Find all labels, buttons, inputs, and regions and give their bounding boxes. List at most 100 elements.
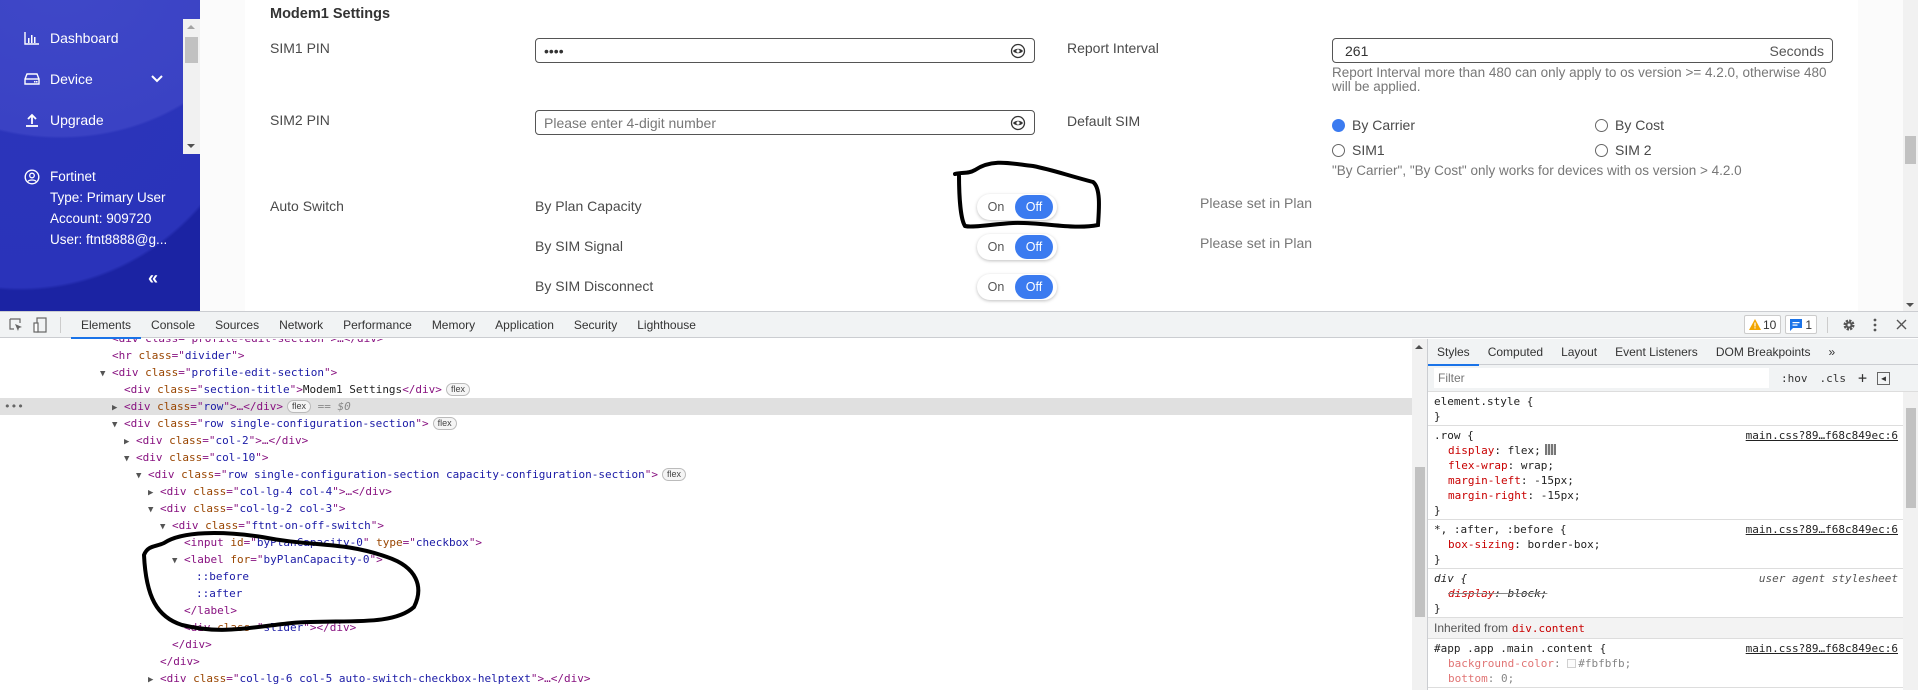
scrollbar-thumb[interactable] bbox=[1906, 408, 1916, 508]
tab-network[interactable]: Network bbox=[269, 312, 333, 338]
css-declaration[interactable]: bottom: 0; bbox=[1434, 671, 1918, 686]
scroll-down-arrow-icon[interactable] bbox=[187, 144, 195, 148]
sidebar-item-device[interactable]: Device bbox=[24, 71, 93, 87]
eye-icon[interactable] bbox=[1010, 115, 1026, 131]
tab-security[interactable]: Security bbox=[564, 312, 627, 338]
scrollbar-thumb[interactable] bbox=[1905, 136, 1916, 164]
css-property-name[interactable]: bottom bbox=[1448, 672, 1488, 685]
settings-gear-icon[interactable] bbox=[1838, 318, 1860, 332]
css-property-value[interactable]: 0; bbox=[1501, 672, 1514, 685]
css-property-value[interactable]: border-box; bbox=[1527, 538, 1600, 551]
css-property-name[interactable]: margin-left bbox=[1448, 474, 1521, 487]
styles-filter-input[interactable] bbox=[1434, 368, 1769, 388]
dom-node-line[interactable]: </label> bbox=[0, 602, 1412, 619]
css-property-value[interactable]: -15px; bbox=[1541, 489, 1581, 502]
toggle-on-option[interactable]: On bbox=[977, 200, 1015, 214]
stylesheet-link[interactable]: main.css?89…f68c849ec:6 bbox=[1746, 428, 1898, 443]
dom-node-line[interactable]: ▶ <div class="col-2">…</div> bbox=[0, 432, 1412, 449]
css-property-name[interactable]: box-sizing bbox=[1448, 538, 1514, 551]
css-property-value[interactable]: #fbfbfb; bbox=[1578, 657, 1631, 670]
dom-node-line[interactable]: ▼ <div class="row single-configuration-se… bbox=[0, 466, 1412, 483]
stylesheet-link[interactable]: main.css?89…f68c849ec:6 bbox=[1746, 522, 1898, 537]
css-property-name[interactable]: background-color bbox=[1448, 657, 1554, 670]
toggle-on-option[interactable]: On bbox=[977, 240, 1015, 254]
tab-event-listeners[interactable]: Event Listeners bbox=[1606, 339, 1707, 365]
collapse-sidebar-button[interactable]: « bbox=[148, 268, 158, 289]
chevron-down-icon[interactable] bbox=[150, 72, 164, 86]
report-interval-field[interactable]: Seconds bbox=[1332, 38, 1833, 63]
dom-node-line[interactable]: ▶ <div class="col-lg-4 col-4">…</div> bbox=[0, 483, 1412, 500]
dom-node-line[interactable]: ▶ <div class="col-lg-6 col-5 auto-switch-… bbox=[0, 670, 1412, 687]
css-declaration[interactable]: box-sizing: border-box; bbox=[1434, 537, 1918, 552]
radio-by-cost[interactable]: By Cost bbox=[1595, 117, 1664, 133]
by-sim-signal-toggle[interactable]: On Off bbox=[977, 234, 1057, 260]
hov-toggle[interactable]: :hov bbox=[1781, 372, 1808, 385]
flex-badge[interactable]: flex bbox=[432, 417, 457, 430]
dom-node-line[interactable]: ::before bbox=[0, 568, 1412, 585]
scroll-down-arrow-icon[interactable] bbox=[1906, 303, 1914, 307]
flex-badge[interactable]: flex bbox=[445, 383, 470, 396]
tab-layout[interactable]: Layout bbox=[1552, 339, 1606, 365]
dom-node-line[interactable]: ▼ <label for="byPlanCapacity-0"> bbox=[0, 551, 1412, 568]
scrollbar-thumb[interactable] bbox=[185, 37, 198, 63]
elements-tree[interactable]: <div class="profile-edit-section">…</div… bbox=[0, 339, 1412, 690]
css-declaration[interactable]: margin-left: -15px; bbox=[1434, 473, 1918, 488]
radio-by-carrier[interactable]: By Carrier bbox=[1332, 117, 1415, 133]
stylesheet-link[interactable]: main.css?89…f68c849ec:6 bbox=[1746, 641, 1898, 656]
dom-node-line[interactable]: ••• ▶ <div class="row">…</div> flex == $0 bbox=[0, 398, 1412, 415]
dom-node-line[interactable]: ::after bbox=[0, 585, 1412, 602]
css-property-value[interactable]: block; bbox=[1508, 587, 1548, 600]
css-property-name[interactable]: margin-right bbox=[1448, 489, 1527, 502]
toggle-off-option[interactable]: Off bbox=[1015, 195, 1053, 219]
close-devtools-icon[interactable] bbox=[1890, 319, 1912, 330]
radio-indicator[interactable] bbox=[1595, 143, 1608, 157]
tab-application[interactable]: Application bbox=[485, 312, 564, 338]
sidebar-scrollbar[interactable] bbox=[183, 19, 200, 154]
eye-icon[interactable] bbox=[1010, 43, 1026, 59]
messages-badge[interactable]: 1 bbox=[1785, 315, 1817, 334]
css-declaration[interactable]: display: block; bbox=[1434, 586, 1918, 601]
elements-scrollbar[interactable] bbox=[1412, 339, 1427, 690]
dom-node-line[interactable]: ▼ <div class="ftnt-on-off-switch"> bbox=[0, 517, 1412, 534]
sidebar-item-dashboard[interactable]: Dashboard bbox=[24, 30, 119, 46]
by-plan-capacity-toggle[interactable]: On Off bbox=[977, 194, 1057, 220]
css-selector[interactable]: element.style { bbox=[1434, 394, 1918, 409]
cls-toggle[interactable]: .cls bbox=[1820, 372, 1847, 385]
tab-lighthouse[interactable]: Lighthouse bbox=[627, 312, 706, 338]
sim2-pin-input[interactable] bbox=[544, 114, 1010, 131]
by-sim-disconnect-toggle[interactable]: On Off bbox=[977, 274, 1057, 300]
inspect-element-icon[interactable] bbox=[8, 317, 24, 333]
tab-styles[interactable]: Styles bbox=[1428, 339, 1479, 366]
styles-scrollbar[interactable] bbox=[1903, 392, 1918, 690]
radio-selected-indicator[interactable] bbox=[1332, 118, 1345, 132]
dom-node-line[interactable]: <div class="slider"></div> bbox=[0, 619, 1412, 636]
css-declaration[interactable]: flex-wrap: wrap; bbox=[1434, 458, 1918, 473]
css-property-value[interactable]: wrap; bbox=[1521, 459, 1554, 472]
sim2-pin-field[interactable] bbox=[535, 110, 1035, 135]
radio-indicator[interactable] bbox=[1332, 143, 1345, 157]
toggle-on-option[interactable]: On bbox=[977, 280, 1015, 294]
css-property-name[interactable]: display bbox=[1448, 444, 1494, 457]
dom-node-line[interactable]: </div> bbox=[0, 653, 1412, 670]
dom-node-line[interactable]: ▼ <div class="row single-configuration-se… bbox=[0, 415, 1412, 432]
dom-node-line[interactable]: <div class="section-title">Modem1 Settin… bbox=[0, 381, 1412, 398]
node-actions-icon[interactable]: ••• bbox=[4, 398, 24, 415]
more-tabs-icon[interactable]: » bbox=[1820, 339, 1845, 365]
sim1-pin-input[interactable] bbox=[544, 42, 1010, 59]
toggle-sidebar-icon[interactable]: ◀ bbox=[1877, 371, 1891, 385]
tab-elements[interactable]: Elements bbox=[71, 312, 142, 339]
dom-node-line[interactable]: <input id="byPlanCapacity-0" type="check… bbox=[0, 534, 1412, 551]
css-declaration[interactable]: margin-right: -15px; bbox=[1434, 488, 1918, 503]
flex-badge[interactable]: flex bbox=[286, 400, 311, 413]
tab-memory[interactable]: Memory bbox=[422, 312, 485, 338]
css-declaration[interactable]: display: flex; bbox=[1434, 443, 1918, 458]
toggle-off-option[interactable]: Off bbox=[1015, 235, 1053, 259]
scroll-up-arrow-icon[interactable] bbox=[1415, 345, 1423, 349]
dom-node-line[interactable]: <div class="profile-edit-section">…</div… bbox=[0, 339, 1412, 347]
tab-dom-breakpoints[interactable]: DOM Breakpoints bbox=[1707, 339, 1820, 365]
tab-computed[interactable]: Computed bbox=[1479, 339, 1552, 365]
page-scrollbar[interactable] bbox=[1903, 0, 1918, 311]
tab-console[interactable]: Console bbox=[141, 312, 205, 338]
css-declaration[interactable]: background-color: #fbfbfb; bbox=[1434, 656, 1918, 671]
collapsed-triangle-icon[interactable]: ▶ bbox=[148, 672, 160, 689]
